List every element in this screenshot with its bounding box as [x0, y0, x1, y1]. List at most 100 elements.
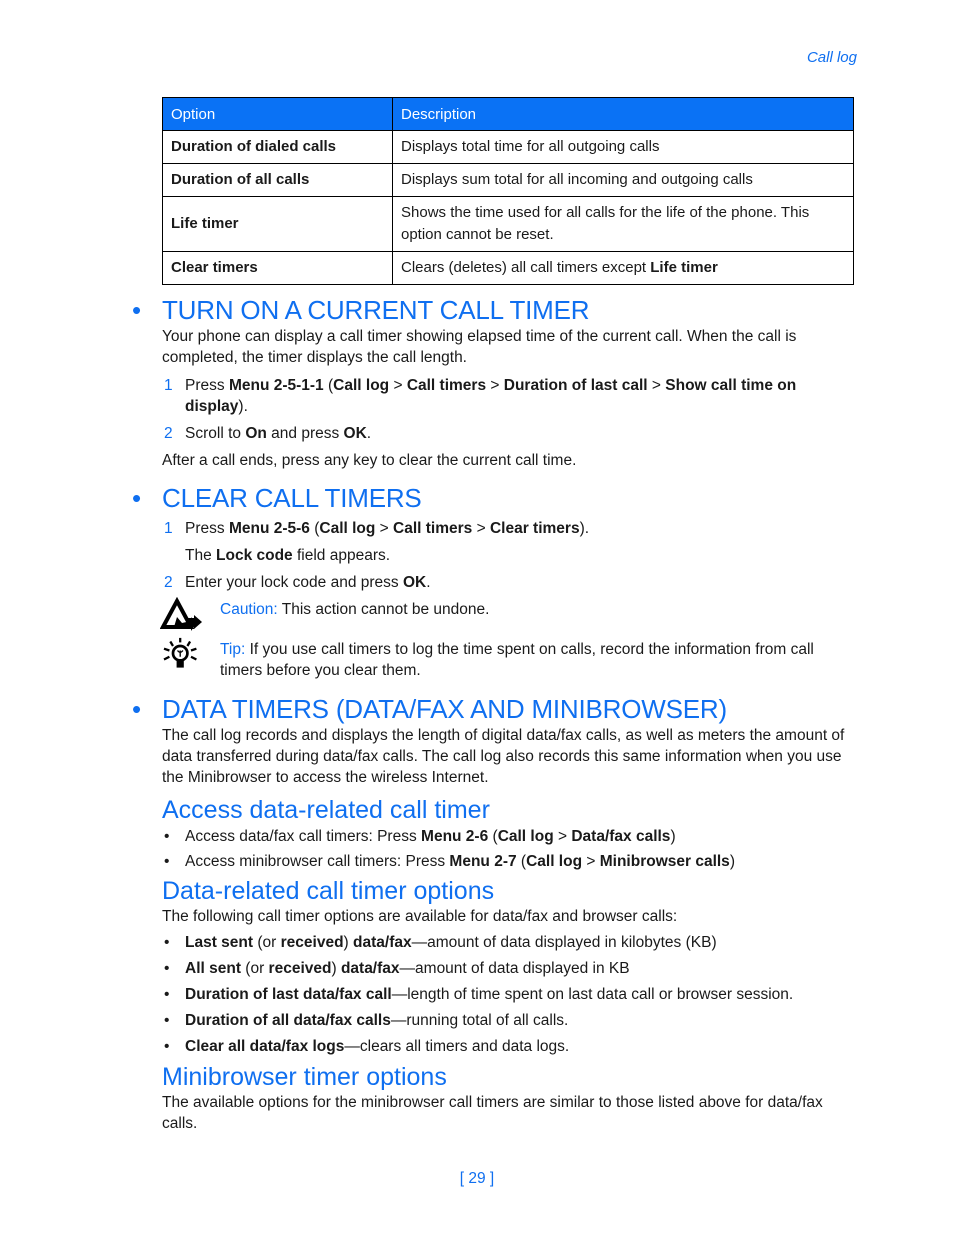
step-1: 1 Press Menu 2-5-6 (Call log > Call time… — [162, 518, 854, 539]
option-name: received — [268, 960, 332, 977]
option-name: On — [245, 425, 267, 442]
table-row: Duration of all calls Displays sum total… — [162, 163, 854, 197]
text: > — [486, 377, 504, 394]
step-number: 1 — [164, 377, 173, 394]
text: > — [553, 828, 572, 845]
text: —amount of data displayed in KB — [399, 960, 630, 977]
tip-label: Tip: — [220, 641, 246, 658]
menu-path: Menu 2-7 — [449, 853, 517, 870]
list-item: • Last sent (or received) data/fax—amoun… — [162, 932, 854, 953]
bullet: • — [164, 828, 170, 845]
paragraph: The following call timer options are ava… — [162, 908, 678, 925]
text: Enter your lock code and press — [185, 574, 403, 591]
paragraph: After a call ends, press any key to clea… — [162, 452, 577, 469]
section-heading-clear-timers: • CLEAR CALL TIMERS — [132, 483, 854, 514]
text: —clears all timers and data logs. — [344, 1038, 570, 1055]
option-name: Last sent — [185, 934, 254, 951]
bullet: • — [164, 960, 170, 977]
section-heading-current-timer: • TURN ON A CURRENT CALL TIMER — [132, 295, 854, 326]
menu-item: Call log — [526, 853, 583, 870]
menu-path: Menu 2-5-6 — [228, 520, 310, 537]
option-cell: Duration of dialed calls — [162, 130, 393, 164]
text: ) — [670, 828, 676, 845]
text: and press — [266, 425, 344, 442]
heading-bullet: • — [132, 483, 141, 513]
page-content: Option Description Duration of dialed ca… — [132, 97, 854, 1134]
step-2: 2 Scroll to On and press OK. — [162, 423, 854, 444]
text: —length of time spent on last data call … — [391, 986, 794, 1003]
description-cell: Displays total time for all outgoing cal… — [392, 130, 854, 164]
text: The — [185, 547, 217, 564]
text: Press — [185, 377, 229, 394]
heading-text: DATA TIMERS (DATA/FAX AND MINIBROWSER) — [162, 694, 727, 724]
step-1: 1 Press Menu 2-5-1-1 (Call log > Call ti… — [162, 375, 854, 417]
list-item: • Duration of last data/fax call—length … — [162, 984, 854, 1005]
menu-item: Call timers — [393, 520, 473, 537]
text: ( — [488, 828, 498, 845]
caution-icon — [160, 597, 202, 631]
text: ). — [579, 520, 590, 537]
step-number: 2 — [164, 425, 173, 442]
running-head: Call log — [806, 49, 857, 66]
caution-label: Caution: — [220, 601, 278, 618]
paragraph: The available options for the minibrowse… — [162, 1094, 823, 1132]
key-name: OK — [402, 574, 427, 591]
list-item: • Access data/fax call timers: Press Men… — [162, 826, 854, 847]
step-2: 2 Enter your lock code and press OK. — [162, 572, 854, 593]
section-heading-data-timers: • DATA TIMERS (DATA/FAX AND MINIBROWSER) — [132, 694, 854, 725]
option-name: Duration of last data/fax call — [185, 986, 392, 1003]
page-number: [ 29 ] — [459, 1170, 495, 1187]
key-name: OK — [343, 425, 367, 442]
text: Scroll to — [185, 425, 246, 442]
text: > — [582, 853, 600, 870]
column-header-option: Option — [162, 97, 393, 131]
text: —running total of all calls. — [390, 1012, 569, 1029]
text: > — [472, 520, 490, 537]
option-name: Clear all data/fax logs — [185, 1038, 345, 1055]
menu-path: Menu 2-6 — [421, 828, 489, 845]
text: ( — [323, 377, 334, 394]
bullet: • — [164, 934, 170, 951]
text: ( — [309, 520, 320, 537]
option-cell: Life timer — [162, 196, 393, 252]
step-number: 1 — [164, 520, 173, 537]
option-cell: Clear timers — [162, 251, 393, 285]
text: > — [389, 377, 407, 394]
text: ) — [331, 960, 341, 977]
option-name: received — [280, 934, 344, 951]
tip-note: Tip: If you use call timers to log the t… — [162, 637, 854, 681]
menu-item: Call log — [497, 828, 554, 845]
menu-item: Call log — [333, 377, 390, 394]
option-name: data/fax — [353, 934, 412, 951]
description-bold: Life timer — [650, 259, 718, 276]
lightbulb-icon — [163, 637, 197, 668]
table-row: Life timer Shows the time used for all c… — [162, 196, 854, 252]
field-name: Lock code — [216, 547, 293, 564]
text: ). — [238, 398, 248, 415]
list-item: • Clear all data/fax logs—clears all tim… — [162, 1036, 854, 1057]
text: ) — [729, 853, 735, 870]
step-1-note: The Lock code field appears. — [162, 545, 854, 566]
text: —amount of data displayed in kilobytes (… — [411, 934, 717, 951]
menu-item: Duration of last call — [503, 377, 648, 394]
menu-item: Clear timers — [489, 520, 580, 537]
text: ) — [343, 934, 354, 951]
text: > — [375, 520, 394, 537]
menu-item: Minibrowser calls — [599, 853, 730, 870]
option-cell: Duration of all calls — [162, 163, 393, 197]
tip-text: If you use call timers to log the time s… — [220, 641, 814, 679]
description-cell: Shows the time used for all calls for th… — [392, 196, 854, 252]
heading-text: TURN ON A CURRENT CALL TIMER — [162, 295, 590, 325]
heading-text: CLEAR CALL TIMERS — [162, 483, 422, 513]
menu-path: Menu 2-5-1-1 — [228, 377, 324, 394]
text: . — [366, 425, 372, 442]
text: (or — [253, 934, 281, 951]
option-name: All sent — [185, 960, 241, 977]
caution-note: Caution: This action cannot be undone. — [160, 597, 854, 633]
text: > — [647, 377, 666, 394]
list-item: • All sent (or received) data/fax—amount… — [162, 958, 854, 979]
description-text: Clears (deletes) all call timers except — [401, 259, 651, 276]
caution-text: This action cannot be undone. — [277, 601, 490, 618]
bullet: • — [164, 986, 170, 1003]
description-cell: Displays sum total for all incoming and … — [392, 163, 854, 197]
